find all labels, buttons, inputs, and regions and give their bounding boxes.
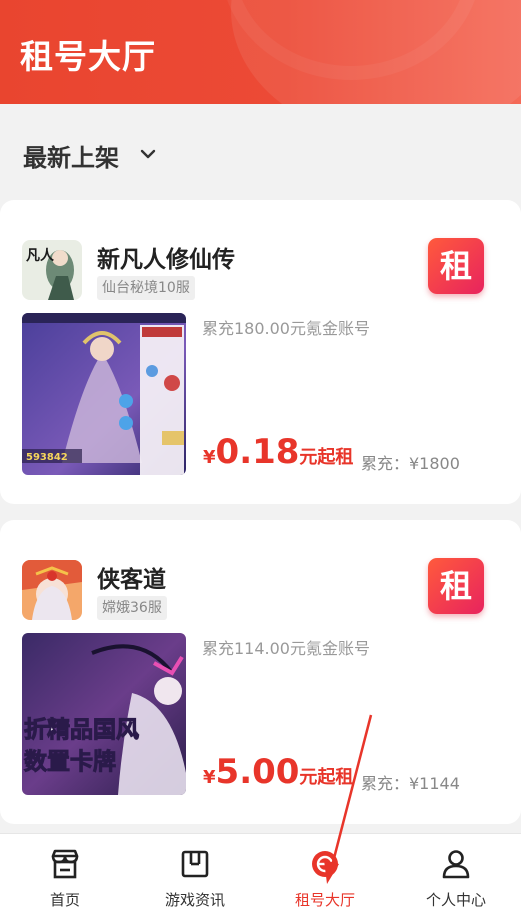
game-cover-image[interactable]: 折精品国风 数置卡牌 (22, 633, 186, 795)
tab-rent-hall-label: 租号大厅 (294, 891, 355, 909)
tab-news[interactable]: 游戏资讯 (130, 834, 260, 912)
price-value: 5.00 (215, 752, 300, 792)
sort-dropdown-label[interactable]: 最新上架 (23, 138, 119, 173)
total-recharge: 累充：¥1144 (361, 774, 460, 793)
server-tag: 嫦娥36服 (97, 596, 167, 620)
tab-home-label: 首页 (49, 891, 80, 909)
game-cover-image[interactable]: 593842 (22, 313, 186, 475)
price-currency: ¥ (203, 767, 216, 788)
store-icon (51, 849, 79, 879)
server-tag: 仙台秘境10服 (97, 276, 195, 300)
tab-profile-label: 个人中心 (425, 891, 486, 909)
page-title: 租号大厅 (20, 37, 156, 76)
price-suffix: 元起租 (299, 447, 354, 468)
cover-slogan-line1: 折精品国风 (24, 717, 139, 743)
rent-hall-icon (312, 851, 338, 877)
tab-news-label: 游戏资讯 (164, 891, 225, 909)
game-name[interactable]: 侠客道 (97, 560, 166, 594)
tab-rent-hall[interactable]: 租号大厅 (260, 834, 390, 912)
news-icon (181, 850, 209, 878)
tab-profile[interactable]: 个人中心 (391, 834, 521, 912)
rent-badge[interactable]: 租 (428, 558, 484, 614)
rent-price: ¥5.00元起租 (203, 752, 353, 792)
game-name[interactable]: 新凡人修仙传 (97, 240, 235, 274)
price-value: 0.18 (215, 432, 300, 472)
listing-description: 累充180.00元氪金账号 (202, 319, 370, 338)
game-icon-text: 凡人 (26, 247, 55, 264)
cover-score: 593842 (26, 452, 68, 463)
rent-badge[interactable]: 租 (428, 238, 484, 294)
price-suffix: 元起租 (299, 767, 354, 788)
chevron-down-icon[interactable] (140, 146, 156, 162)
user-icon (442, 850, 470, 879)
listing-description: 累充114.00元氪金账号 (202, 639, 370, 658)
header-bar: 租号大厅 (0, 0, 521, 104)
game-icon: 凡人 (22, 240, 82, 300)
listing-card[interactable]: 侠客道 嫦娥36服 租 折精品国风 数置卡牌 累充114.00元氪金账号 ¥5.… (0, 520, 521, 824)
tab-home[interactable]: 首页 (0, 834, 130, 912)
total-recharge: 累充：¥1800 (361, 454, 460, 473)
bottom-tab-bar: 首页 游戏资讯 租号大厅 个人中心 (0, 833, 521, 912)
listing-card[interactable]: 凡人 新凡人修仙传 仙台秘境10服 租 593842 累充180.00元氪金账号… (0, 200, 521, 504)
cover-slogan-line2: 数置卡牌 (24, 748, 116, 775)
game-icon (22, 560, 82, 620)
rent-price: ¥0.18元起租 (203, 432, 353, 472)
price-currency: ¥ (203, 447, 216, 468)
